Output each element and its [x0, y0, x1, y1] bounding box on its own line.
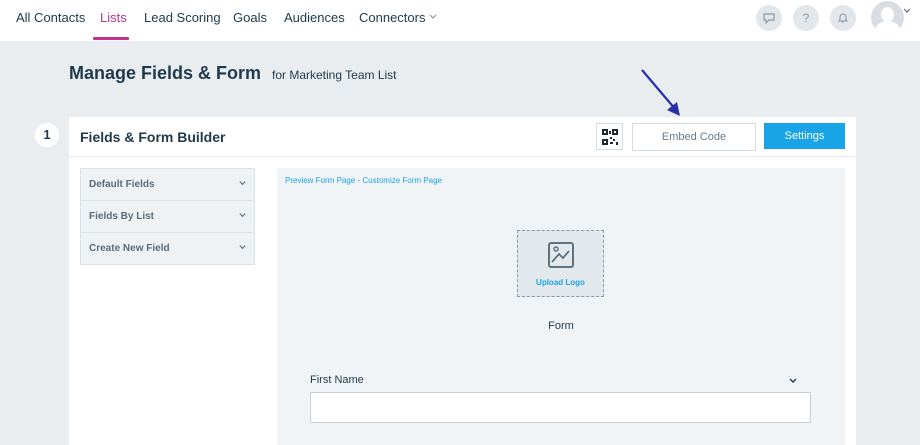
annotation-arrow: [641, 69, 680, 116]
nav-lead-scoring[interactable]: Lead Scoring: [144, 10, 221, 25]
qr-code-button[interactable]: [596, 123, 623, 150]
fields-form-builder-card: Fields & Form Builder Embed Code Setting…: [69, 117, 856, 445]
fields-accordion: Default Fields Fields By List Create New…: [80, 168, 255, 265]
chevron-down-icon: [239, 213, 246, 218]
link-separator: -: [357, 176, 361, 185]
first-name-input[interactable]: [310, 392, 811, 423]
card-divider: [69, 156, 856, 157]
nav-goals[interactable]: Goals: [233, 10, 267, 25]
notifications-button[interactable]: [830, 5, 856, 31]
nav-connectors[interactable]: Connectors: [359, 10, 425, 25]
step-number: 1: [35, 123, 59, 147]
customize-form-page-link[interactable]: Customize Form Page: [362, 176, 442, 185]
nav-audiences[interactable]: Audiences: [284, 10, 345, 25]
settings-button[interactable]: Settings: [764, 123, 845, 149]
avatar-chevron-down-icon[interactable]: [902, 5, 912, 15]
avatar[interactable]: [871, 1, 904, 34]
preview-links: Preview Form Page - Customize Form Page: [285, 176, 442, 185]
page-subtitle: for Marketing Team List: [272, 68, 397, 82]
qr-code-icon: [601, 128, 618, 145]
form-heading: Form: [548, 320, 574, 332]
card-title: Fields & Form Builder: [80, 129, 226, 145]
active-tab-indicator: [93, 37, 129, 40]
nav-all-contacts[interactable]: All Contacts: [16, 10, 85, 25]
embed-code-button[interactable]: Embed Code: [632, 123, 756, 151]
help-button[interactable]: ?: [793, 5, 819, 31]
avatar-head: [881, 7, 894, 22]
accordion-label: Create New Field: [89, 243, 170, 254]
accordion-label: Default Fields: [89, 179, 155, 190]
bell-icon: [837, 13, 849, 23]
image-icon: [548, 242, 574, 268]
chevron-down-icon[interactable]: [428, 11, 438, 21]
chat-button[interactable]: [756, 5, 782, 31]
chevron-down-icon[interactable]: [788, 375, 798, 385]
upload-logo-label: Upload Logo: [536, 278, 585, 287]
page-title: Manage Fields & Form: [69, 63, 262, 83]
chevron-down-icon: [239, 181, 246, 186]
nav-lists[interactable]: Lists: [100, 10, 127, 25]
accordion-default-fields[interactable]: Default Fields: [81, 169, 254, 201]
first-name-label: First Name: [310, 374, 364, 386]
chevron-down-icon: [239, 245, 246, 250]
form-preview: Preview Form Page - Customize Form Page …: [277, 168, 845, 445]
help-icon: ?: [802, 11, 810, 25]
preview-form-page-link[interactable]: Preview Form Page: [285, 176, 355, 185]
accordion-label: Fields By List: [89, 211, 155, 222]
chat-icon: [763, 13, 775, 24]
avatar-body: [875, 21, 900, 34]
top-navigation: All Contacts Lists Lead Scoring Goals Au…: [0, 0, 920, 41]
accordion-create-new-field[interactable]: Create New Field: [81, 233, 254, 265]
accordion-fields-by-list[interactable]: Fields By List: [81, 201, 254, 233]
upload-logo-button[interactable]: Upload Logo: [517, 230, 604, 297]
